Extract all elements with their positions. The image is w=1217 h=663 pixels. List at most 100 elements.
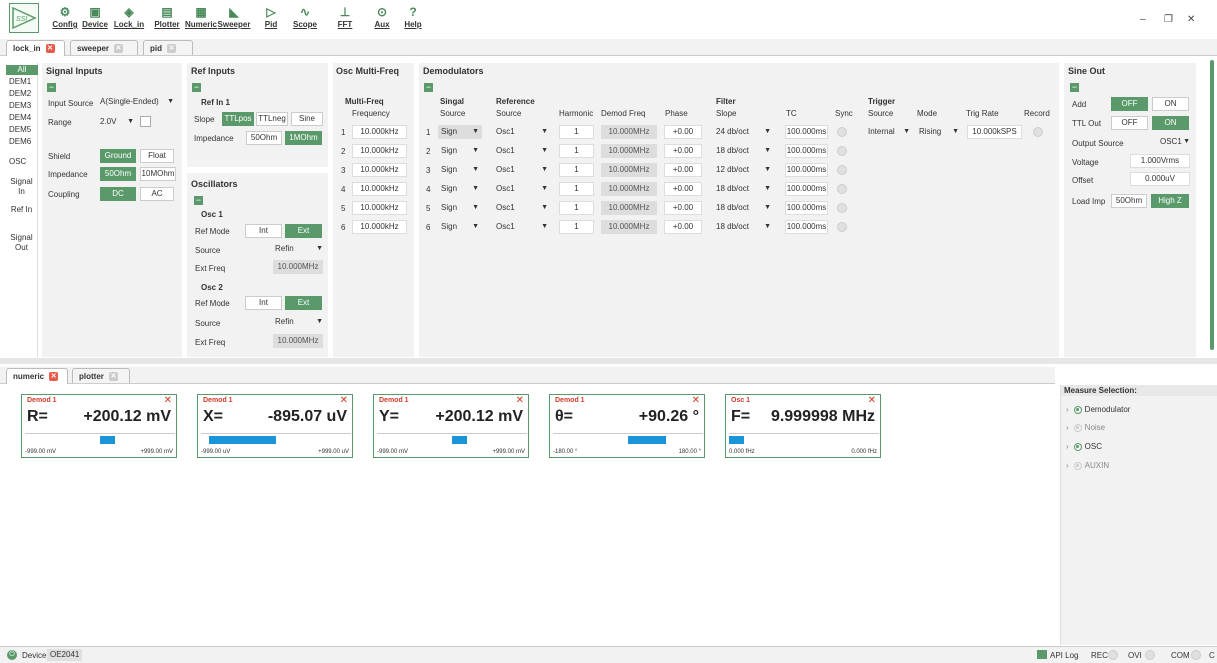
numeric-meter[interactable]: Demod 1 ✕ Y= +200.12 mV -999.00 mV +999.… <box>373 394 529 458</box>
phase-field[interactable]: +0.00 <box>664 201 702 215</box>
ref-source-select[interactable]: Osc1 ▼ <box>496 163 548 177</box>
trigger-mode-select[interactable]: Rising ▼ <box>919 125 959 139</box>
harmonic-field[interactable]: 1 <box>559 163 594 177</box>
measure-item-noise[interactable]: › Noise <box>1066 423 1105 432</box>
ref-source-select[interactable]: Osc1 ▼ <box>496 220 548 234</box>
toolbar-pid-button[interactable]: ▷ Pid <box>254 4 288 34</box>
osc1-source-select[interactable]: Refin ▼ <box>275 242 323 256</box>
numeric-meter[interactable]: Demod 1 ✕ θ= +90.26 ° -180.00 ° 180.00 ° <box>549 394 705 458</box>
osc1-int-button[interactable]: Int <box>245 224 282 238</box>
nav-dem1[interactable]: DEM1 <box>6 77 38 87</box>
toolbar-fft-button[interactable]: ⊥ FFT <box>328 4 362 34</box>
output-source-select[interactable]: OSC1 ▼ <box>1160 135 1190 149</box>
tc-field[interactable]: 100.000ms <box>785 144 828 158</box>
tc-field[interactable]: 100.000ms <box>785 182 828 196</box>
tc-field[interactable]: 100.000ms <box>785 220 828 234</box>
phase-field[interactable]: +0.00 <box>664 163 702 177</box>
mf-frequency-field[interactable]: 10.000kHz <box>352 163 407 177</box>
record-radio[interactable] <box>1033 127 1043 137</box>
sync-radio[interactable] <box>837 203 847 213</box>
ref-source-select[interactable]: Osc1 ▼ <box>496 125 548 139</box>
nav-osc[interactable]: OSC <box>6 157 38 167</box>
filter-slope-select[interactable]: 18 db/oct ▼ <box>716 201 771 215</box>
close-tab-icon[interactable]: ✕ <box>45 44 55 54</box>
collapse-icon[interactable]: − <box>192 83 201 92</box>
ref-source-select[interactable]: Osc1 ▼ <box>496 144 548 158</box>
input-source-select[interactable]: A(Single-Ended) ▼ <box>100 95 174 109</box>
measure-item-demodulator[interactable]: › Demodulator <box>1066 405 1130 414</box>
sync-radio[interactable] <box>837 184 847 194</box>
slope-ttlpos-button[interactable]: TTLpos <box>222 112 254 126</box>
toolbar-config-button[interactable]: ⚙ Config <box>48 4 82 34</box>
harmonic-field[interactable]: 1 <box>559 182 594 196</box>
mf-frequency-field[interactable]: 10.000kHz <box>352 125 407 139</box>
coupling-dc-button[interactable]: DC <box>100 187 136 201</box>
api-log-label[interactable]: API Log <box>1050 651 1078 660</box>
nav-ref-in[interactable]: Ref In <box>6 205 34 215</box>
osc2-int-button[interactable]: Int <box>245 296 282 310</box>
collapse-icon[interactable]: − <box>194 196 203 205</box>
collapse-icon[interactable]: − <box>47 83 56 92</box>
toolbar-scope-button[interactable]: ∿ Scope <box>288 4 322 34</box>
phase-field[interactable]: +0.00 <box>664 125 702 139</box>
nav-dem6[interactable]: DEM6 <box>6 137 38 147</box>
tab-pid[interactable]: pid ✕ <box>143 40 193 55</box>
minimize-icon[interactable]: – <box>1140 14 1146 25</box>
impedance-10mohm-button[interactable]: 10MOhm <box>140 167 176 181</box>
tab-plotter[interactable]: plotter ✕ <box>72 368 130 383</box>
signal-source-select[interactable]: Sign ▼ <box>438 163 482 177</box>
numeric-meter[interactable]: Osc 1 ✕ F= 9.999998 MHz 0.000 fHz 0.000 … <box>725 394 881 458</box>
osc1-ext-button[interactable]: Ext <box>285 224 322 238</box>
imp-1mohm-button[interactable]: 1MOhm <box>285 131 322 145</box>
voltage-field[interactable]: 1.000Vrms <box>1130 154 1190 168</box>
nav-all[interactable]: All <box>6 65 38 75</box>
harmonic-field[interactable]: 1 <box>559 125 594 139</box>
phase-field[interactable]: +0.00 <box>664 220 702 234</box>
signal-source-select[interactable]: Sign ▼ <box>438 125 482 139</box>
coupling-ac-button[interactable]: AC <box>140 187 174 201</box>
tc-field[interactable]: 100.000ms <box>785 201 828 215</box>
load-50ohm-button[interactable]: 50Ohm <box>1111 194 1147 208</box>
filter-slope-select[interactable]: 12 db/oct ▼ <box>716 163 771 177</box>
trigger-source-select[interactable]: Internal ▼ <box>868 125 910 139</box>
nav-dem3[interactable]: DEM3 <box>6 101 38 111</box>
tab-sweeper[interactable]: sweeper ✕ <box>70 40 138 55</box>
signal-source-select[interactable]: Sign ▼ <box>438 144 482 158</box>
osc2-source-select[interactable]: Refin ▼ <box>275 315 323 329</box>
tc-field[interactable]: 100.000ms <box>785 163 828 177</box>
nav-signal-out[interactable]: Signal Out <box>6 233 34 253</box>
range-checkbox[interactable] <box>140 116 151 127</box>
filter-slope-select[interactable]: 18 db/oct ▼ <box>716 144 771 158</box>
splitter[interactable] <box>0 358 1217 364</box>
signal-source-select[interactable]: Sign ▼ <box>438 182 482 196</box>
nav-dem2[interactable]: DEM2 <box>6 89 38 99</box>
nav-signal-in[interactable]: Signal In <box>6 177 34 197</box>
close-icon[interactable]: ✕ <box>340 395 348 406</box>
slope-sine-button[interactable]: Sine <box>291 112 323 126</box>
mf-frequency-field[interactable]: 10.000kHz <box>352 182 407 196</box>
numeric-meter[interactable]: Demod 1 ✕ R= +200.12 mV -999.00 mV +999.… <box>21 394 177 458</box>
signal-source-select[interactable]: Sign ▼ <box>438 201 482 215</box>
imp-50ohm-button[interactable]: 50Ohm <box>246 131 282 145</box>
add-off-button[interactable]: OFF <box>1111 97 1148 111</box>
range-select[interactable]: 2.0V ▼ <box>100 115 134 129</box>
numeric-meter[interactable]: Demod 1 ✕ X= -895.07 uV -999.00 uV +999.… <box>197 394 353 458</box>
restore-icon[interactable]: ❐ <box>1164 14 1173 25</box>
collapse-icon[interactable]: − <box>424 83 433 92</box>
harmonic-field[interactable]: 1 <box>559 201 594 215</box>
sync-radio[interactable] <box>837 165 847 175</box>
sync-radio[interactable] <box>837 146 847 156</box>
phase-field[interactable]: +0.00 <box>664 182 702 196</box>
harmonic-field[interactable]: 1 <box>559 144 594 158</box>
vertical-scrollbar[interactable] <box>1210 60 1214 350</box>
close-tab-icon[interactable]: ✕ <box>108 372 118 382</box>
toolbar-device-button[interactable]: ▣ Device <box>78 4 112 34</box>
tab-lock-in[interactable]: lock_in ✕ <box>6 40 65 56</box>
osc2-ext-button[interactable]: Ext <box>285 296 322 310</box>
ref-source-select[interactable]: Osc1 ▼ <box>496 182 548 196</box>
close-icon[interactable]: ✕ <box>164 395 172 406</box>
mf-frequency-field[interactable]: 10.000kHz <box>352 220 407 234</box>
sync-radio[interactable] <box>837 222 847 232</box>
phase-field[interactable]: +0.00 <box>664 144 702 158</box>
filter-slope-select[interactable]: 24 db/oct ▼ <box>716 125 771 139</box>
